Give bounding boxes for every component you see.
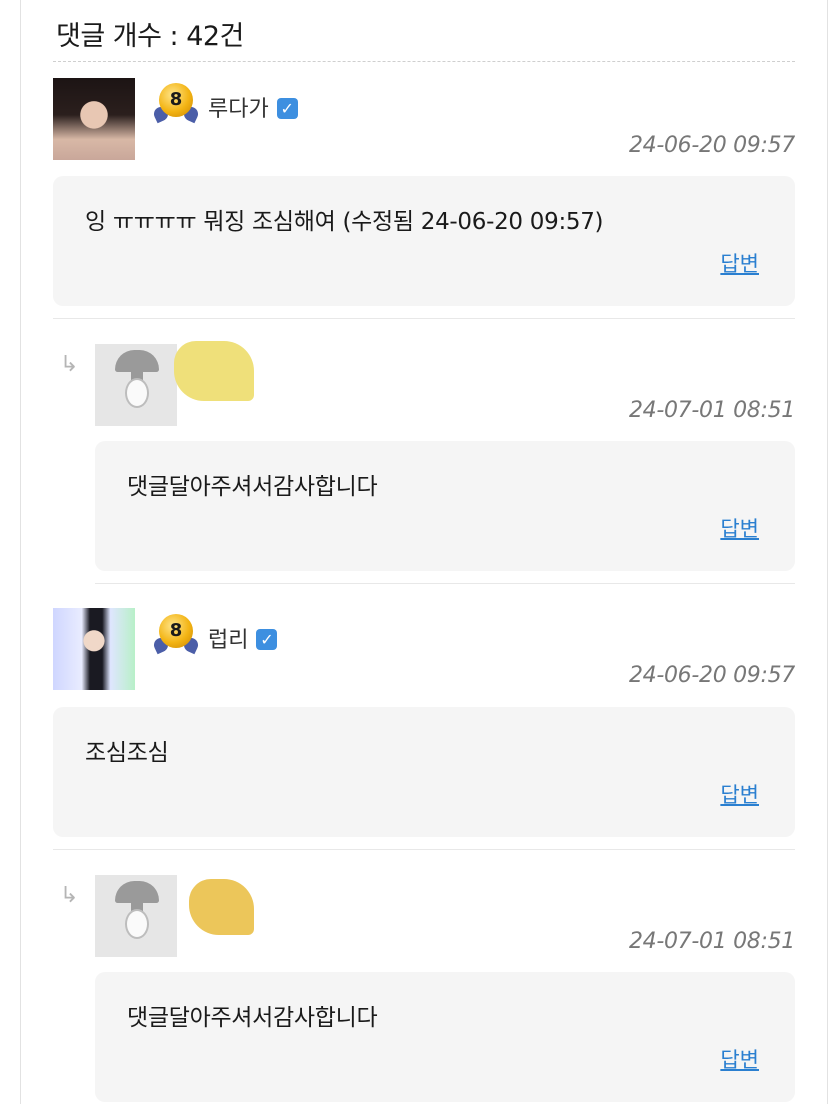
reply-link[interactable]: 답변: [720, 1044, 759, 1074]
default-avatar-icon[interactable]: [95, 344, 177, 426]
comment-bubble: 댓글달아주셔서감사합니다 답변: [95, 441, 795, 571]
nickname[interactable]: 럽리 ✓: [208, 622, 278, 654]
comment-time: 24-06-20 09:57: [628, 133, 795, 158]
comment-time: 24-06-20 09:57: [628, 663, 795, 688]
avatar[interactable]: [53, 608, 135, 690]
verified-check-icon: ✓: [276, 98, 298, 119]
reply-link[interactable]: 답변: [720, 513, 759, 543]
avatar[interactable]: [53, 78, 135, 160]
comment-text: 댓글달아주셔서감사합니다: [127, 474, 378, 500]
comment-text: 잉 ㅠㅠㅠㅠ 뭐징 조심해여 (수정됨 24-06-20 09:57): [85, 209, 604, 235]
reply-arrow-icon: ↳: [60, 352, 79, 377]
comment-text: 댓글달아주셔서감사합니다: [127, 1005, 378, 1031]
comment-text: 조심조심: [85, 740, 169, 766]
comment-bubble: 조심조심 답변: [53, 707, 795, 837]
divider: [95, 583, 795, 584]
comment-time: 24-07-01 08:51: [628, 929, 795, 954]
comment-time: 24-07-01 08:51: [628, 398, 795, 423]
reply-arrow-icon: ↳: [60, 883, 79, 908]
reply-link[interactable]: 답변: [720, 248, 759, 278]
nickname[interactable]: 루다가 ✓: [208, 91, 298, 123]
level-badge-icon: 8: [151, 83, 201, 129]
hidden-nickname: [189, 879, 254, 935]
level-badge-icon: 8: [151, 614, 201, 660]
comment-bubble: 댓글달아주셔서감사합니다 답변: [95, 972, 795, 1102]
comment-bubble: 잉 ㅠㅠㅠㅠ 뭐징 조심해여 (수정됨 24-06-20 09:57) 답변: [53, 176, 795, 306]
hidden-nickname: [174, 341, 254, 401]
comment-count-title: 댓글 개수 : 42건: [56, 21, 244, 52]
verified-check-icon: ✓: [256, 629, 278, 650]
nickname-text[interactable]: 럽리: [208, 628, 248, 653]
default-avatar-icon[interactable]: [95, 875, 177, 957]
reply-link[interactable]: 답변: [720, 779, 759, 809]
divider: [53, 318, 795, 319]
nickname-text[interactable]: 루다가: [208, 97, 269, 122]
divider: [53, 849, 795, 850]
divider: [53, 61, 795, 62]
